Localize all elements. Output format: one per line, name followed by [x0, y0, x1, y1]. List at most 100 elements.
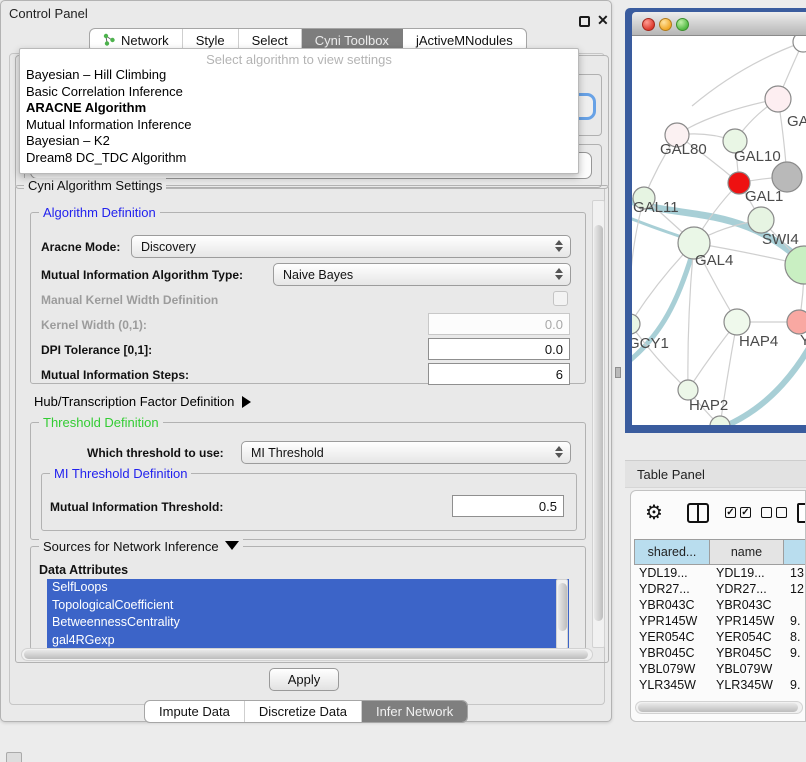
threshold-definition-group: Threshold Definition Which threshold to …: [30, 422, 586, 540]
table-row[interactable]: YLR345WYLR345W9.: [634, 677, 806, 693]
split-columns-icon[interactable]: [687, 503, 709, 523]
mi-type-combobox[interactable]: Naive Bayes: [273, 263, 571, 286]
network-node[interactable]: [765, 86, 791, 112]
which-threshold-combobox[interactable]: MI Threshold: [241, 441, 571, 464]
dpi-tolerance-field[interactable]: 0.0: [428, 338, 570, 360]
table-row[interactable]: YBR045CYBR045C9.: [634, 645, 806, 661]
settings-horizontal-scrollbar[interactable]: [21, 648, 593, 661]
close-traffic-light[interactable]: [642, 18, 655, 31]
dpi-tolerance-label: DPI Tolerance [0,1]:: [41, 343, 152, 357]
algorithm-dropdown-placeholder: Select algorithm to view settings: [20, 49, 578, 67]
close-icon[interactable]: ✕: [597, 12, 609, 29]
tab-infer-network[interactable]: Infer Network: [362, 701, 467, 722]
network-node-label: HAP2: [689, 397, 728, 414]
network-node-label: YB: [800, 332, 806, 349]
deselect-all-checkboxes-icon[interactable]: [761, 507, 787, 518]
network-view-window: GAL2GAL80GAL10GAL1GAL11GAL4SWI4GCY1HAP4Y…: [625, 8, 806, 433]
tab-impute-data[interactable]: Impute Data: [145, 701, 245, 722]
combo-arrows-icon: [555, 446, 563, 458]
apply-button[interactable]: Apply: [269, 668, 339, 691]
float-window-icon[interactable]: [579, 16, 590, 27]
aracne-mode-combobox[interactable]: Discovery: [131, 235, 571, 258]
algorithm-option[interactable]: Mutual Information Inference: [20, 117, 578, 134]
zoom-traffic-light[interactable]: [676, 18, 689, 31]
settings-vertical-scrollbar[interactable]: [592, 200, 605, 648]
attribute-list-item[interactable]: SelfLoops: [47, 579, 569, 597]
table-panel-title: Table Panel: [637, 467, 705, 482]
attribute-list-item[interactable]: TopologicalCoefficient: [47, 597, 569, 615]
network-node[interactable]: [748, 207, 774, 233]
select-all-checkboxes-icon[interactable]: ✓✓: [725, 507, 751, 518]
kernel-width-field[interactable]: 0.0: [428, 313, 570, 335]
manual-kernel-label: Manual Kernel Width Definition: [41, 293, 218, 307]
expander-down-icon: [225, 541, 239, 550]
table-row[interactable]: YDR27...YDR27...12: [634, 581, 806, 597]
algorithm-option[interactable]: Bayesian – K2: [20, 133, 578, 150]
table-panel-header: Table Panel: [625, 460, 806, 488]
algorithm-option[interactable]: ARACNE Algorithm: [20, 100, 578, 117]
table-column-header[interactable]: shared...: [634, 539, 710, 565]
network-node-label: HAP4: [739, 333, 778, 350]
algorithm-definition-group: Algorithm Definition Aracne Mode: Discov…: [30, 212, 586, 384]
network-node-label: GAL10: [734, 148, 781, 165]
threshold-definition-legend: Threshold Definition: [39, 415, 163, 430]
attribute-list-item[interactable]: gal4RGexp: [47, 632, 569, 650]
mi-steps-field[interactable]: 6: [428, 363, 570, 385]
network-node[interactable]: [710, 416, 730, 425]
grip-icon[interactable]: [6, 752, 22, 762]
algorithm-option[interactable]: Basic Correlation Inference: [20, 84, 578, 101]
network-node[interactable]: [632, 314, 640, 334]
attribute-list-scrollbar[interactable]: [556, 579, 568, 649]
mi-threshold-field[interactable]: 0.5: [452, 495, 564, 517]
screen: Control Panel ✕ Network Style Select Cyn…: [0, 0, 806, 762]
cyni-settings-legend: Cyni Algorithm Settings: [24, 178, 166, 193]
network-canvas[interactable]: GAL2GAL80GAL10GAL1GAL11GAL4SWI4GCY1HAP4Y…: [632, 36, 806, 425]
network-node[interactable]: [787, 310, 806, 334]
table-rows: YDL19...YDL19...13YDR27...YDR27...12YBR0…: [634, 565, 806, 693]
minimize-traffic-light[interactable]: [659, 18, 672, 31]
control-panel-window: Control Panel ✕ Network Style Select Cyn…: [0, 0, 612, 722]
table-row[interactable]: YBL079WYBL079W: [634, 661, 806, 677]
network-window-titlebar[interactable]: [632, 12, 806, 36]
sources-group: Sources for Network Inference Data Attri…: [30, 546, 586, 650]
table-horizontal-scrollbar[interactable]: [635, 701, 803, 714]
sources-legend[interactable]: Sources for Network Inference: [39, 539, 243, 554]
cyni-algorithm-settings-group: Cyni Algorithm Settings Algorithm Defini…: [15, 185, 609, 663]
network-icon: [103, 33, 116, 49]
mi-steps-label: Mutual Information Steps:: [41, 368, 189, 382]
mi-threshold-label: Mutual Information Threshold:: [50, 500, 223, 514]
tab-discretize-data[interactable]: Discretize Data: [245, 701, 362, 722]
network-node-label: GAL11: [633, 199, 679, 216]
network-node-label: GCY1: [632, 335, 669, 352]
hub-factor-expander[interactable]: Hub/Transcription Factor Definition: [34, 394, 251, 409]
aracne-mode-label: Aracne Mode:: [41, 240, 120, 254]
table-row[interactable]: YER054CYER054C8.: [634, 629, 806, 645]
network-node-label: GAL80: [660, 141, 707, 158]
network-node-label: GAL1: [745, 188, 783, 205]
algorithm-option[interactable]: Dream8 DC_TDC Algorithm: [20, 150, 578, 167]
table-row[interactable]: YBR043CYBR043C: [634, 597, 806, 613]
bottom-tabs: Impute Data Discretize Data Infer Networ…: [144, 700, 468, 723]
table-row[interactable]: YDL19...YDL19...13: [634, 565, 806, 581]
manual-kernel-checkbox[interactable]: [553, 291, 568, 306]
table-column-header[interactable]: [784, 539, 806, 565]
table-column-header[interactable]: name: [710, 539, 784, 565]
data-attributes-label: Data Attributes: [39, 563, 128, 577]
data-attributes-list: SelfLoopsTopologicalCoefficientBetweenne…: [47, 579, 569, 649]
combo-arrows-icon: [555, 240, 563, 252]
table-row[interactable]: YPR145WYPR145W9.: [634, 613, 806, 629]
combo-arrows-icon: [555, 268, 563, 280]
algorithm-option[interactable]: Bayesian – Hill Climbing: [20, 67, 578, 84]
network-edge[interactable]: [677, 99, 778, 135]
network-node[interactable]: [793, 36, 806, 52]
network-node-label: SWI4: [762, 231, 799, 248]
network-node[interactable]: [724, 309, 750, 335]
splitter-handle[interactable]: [615, 367, 621, 378]
page-icon[interactable]: [797, 503, 806, 523]
gear-icon[interactable]: ⚙: [645, 503, 663, 523]
network-node-label: GAL2: [787, 113, 806, 130]
tab-label: Network: [121, 33, 169, 48]
attribute-list-item[interactable]: BetweennessCentrality: [47, 614, 569, 632]
network-edge[interactable]: [632, 324, 688, 390]
control-panel-title: Control Panel: [9, 6, 88, 21]
